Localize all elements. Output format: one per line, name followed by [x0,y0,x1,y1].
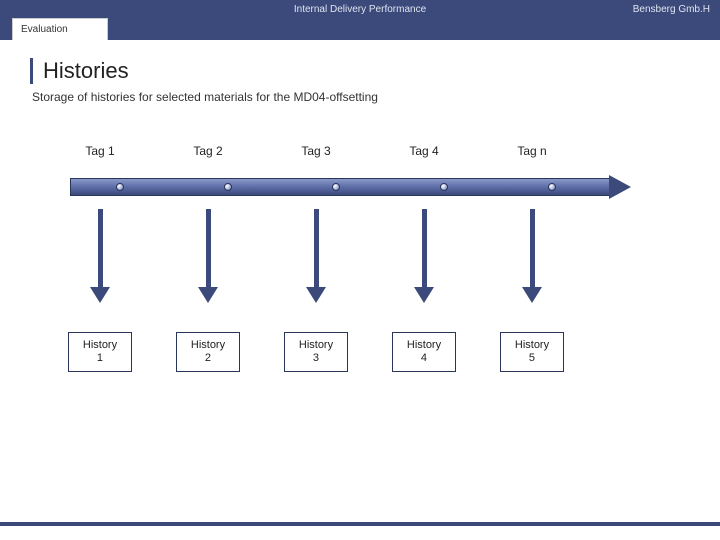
topbar-brand: Bensberg Gmb.H [633,4,710,15]
history-box: History1 [68,332,132,372]
footer-divider [0,522,720,526]
history-box: History3 [284,332,348,372]
page-title: Histories [30,58,690,84]
tab-evaluation[interactable]: Evaluation [12,18,108,40]
tag-label: Tag 1 [70,144,130,158]
tabstrip: Evaluation [0,18,720,40]
timeline-dot-icon [224,183,232,191]
tag-label: Tag 2 [178,144,238,158]
timeline-bar [70,178,610,196]
history-box: History4 [392,332,456,372]
timeline-dot-icon [332,183,340,191]
tag-label: Tag n [502,144,562,158]
topbar-title: Internal Delivery Performance [294,4,426,15]
timeline-dot-icon [116,183,124,191]
topbar: Internal Delivery Performance Bensberg G… [0,0,720,18]
history-box: History5 [500,332,564,372]
tag-label: Tag 3 [286,144,346,158]
tag-label: Tag 4 [394,144,454,158]
timeline-diagram: Tag 1 History1 Tag 2 History2 Tag 3 History3 T… [50,144,650,404]
timeline-arrowhead-icon [609,175,631,199]
page-subtitle: Storage of histories for selected materi… [32,90,690,104]
timeline-dot-icon [440,183,448,191]
timeline-bar-container [70,178,630,196]
content-area: Histories Storage of histories for selec… [0,40,720,404]
history-box: History2 [176,332,240,372]
timeline-dot-icon [548,183,556,191]
